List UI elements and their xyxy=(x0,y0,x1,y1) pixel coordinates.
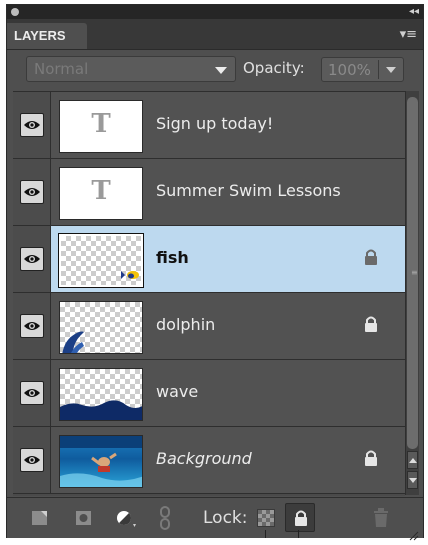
layers-panel: ◂◂ LAYERS ▾≡ Normal Opacity: 100% T Sign… xyxy=(6,4,424,541)
layer-row[interactable]: Background xyxy=(13,427,405,494)
visibility-eye-icon[interactable] xyxy=(20,113,44,137)
layer-row[interactable]: T Summer Swim Lessons xyxy=(13,159,405,226)
callout-line xyxy=(298,530,299,538)
opacity-value: 100% xyxy=(328,61,371,79)
callout-line xyxy=(265,530,266,538)
layer-name[interactable]: Background xyxy=(156,449,252,468)
layer-name[interactable]: fish xyxy=(156,248,189,267)
collapse-panel-button[interactable]: ◂◂ xyxy=(409,5,419,19)
chevron-down-icon xyxy=(215,67,227,74)
layer-name[interactable]: dolphin xyxy=(156,315,215,334)
text-layer-icon: T xyxy=(91,176,111,206)
blend-mode-dropdown[interactable]: Normal xyxy=(26,56,236,82)
scroll-up-button[interactable] xyxy=(407,451,418,469)
text-layer-icon: T xyxy=(91,109,111,139)
layer-controls: Normal Opacity: 100% xyxy=(7,50,423,90)
opacity-label: Opacity: xyxy=(243,59,305,77)
panel-title-bar: ◂◂ xyxy=(7,5,423,19)
layer-thumbnail-fish[interactable] xyxy=(58,233,144,288)
lock-label: Lock: xyxy=(203,508,248,528)
scroll-down-button[interactable] xyxy=(407,471,418,489)
visibility-eye-icon[interactable] xyxy=(20,448,44,472)
lock-icon xyxy=(362,449,380,471)
layer-list-scrollbar[interactable]: ≡ xyxy=(405,91,419,495)
opacity-chevron-down-icon[interactable] xyxy=(386,67,396,73)
visibility-eye-icon[interactable] xyxy=(20,180,44,204)
layer-thumbnail-dolphin[interactable] xyxy=(59,301,143,354)
layer-name[interactable]: Summer Swim Lessons xyxy=(156,181,341,200)
panel-tab-bar: LAYERS ▾≡ xyxy=(7,19,423,50)
trash-icon[interactable] xyxy=(373,508,389,532)
scrollbar-thumb[interactable]: ≡ xyxy=(407,97,418,449)
opacity-field[interactable]: 100% xyxy=(321,57,404,82)
panel-menu-icon[interactable]: ▾≡ xyxy=(400,28,417,41)
layer-row[interactable]: wave xyxy=(13,360,405,427)
layer-name[interactable]: wave xyxy=(156,382,198,401)
layer-thumbnail-background[interactable] xyxy=(59,435,143,488)
layer-name[interactable]: Sign up today! xyxy=(156,114,273,133)
resize-grip-icon[interactable] xyxy=(409,526,419,545)
layer-row-selected[interactable]: fish xyxy=(13,226,405,293)
blend-mode-value: Normal xyxy=(34,60,89,78)
layer-thumbnail-text[interactable]: T xyxy=(59,100,143,153)
lock-all-button[interactable] xyxy=(285,503,315,532)
tab-layers[interactable]: LAYERS xyxy=(7,23,87,49)
close-panel-button[interactable] xyxy=(11,8,19,16)
new-layer-icon[interactable] xyxy=(31,510,49,530)
lock-icon xyxy=(362,248,380,270)
layer-list: T Sign up today! T Summer Swim Lessons f… xyxy=(13,91,405,496)
visibility-eye-icon[interactable] xyxy=(20,381,44,405)
layer-row[interactable]: dolphin xyxy=(13,293,405,360)
panel-bottom-toolbar: Lock: xyxy=(7,497,423,541)
visibility-eye-icon[interactable] xyxy=(20,314,44,338)
visibility-eye-icon[interactable] xyxy=(20,247,44,271)
adjustment-layer-icon[interactable] xyxy=(115,510,137,532)
lock-transparent-pixels-icon[interactable] xyxy=(257,509,275,527)
layer-row[interactable]: T Sign up today! xyxy=(13,92,405,159)
link-layers-icon[interactable] xyxy=(159,506,171,534)
layer-thumbnail-text[interactable]: T xyxy=(59,167,143,220)
lock-icon xyxy=(362,315,380,337)
add-mask-icon[interactable] xyxy=(75,510,93,530)
layer-thumbnail-wave[interactable] xyxy=(59,368,143,421)
grip-icon: ≡ xyxy=(411,268,418,277)
